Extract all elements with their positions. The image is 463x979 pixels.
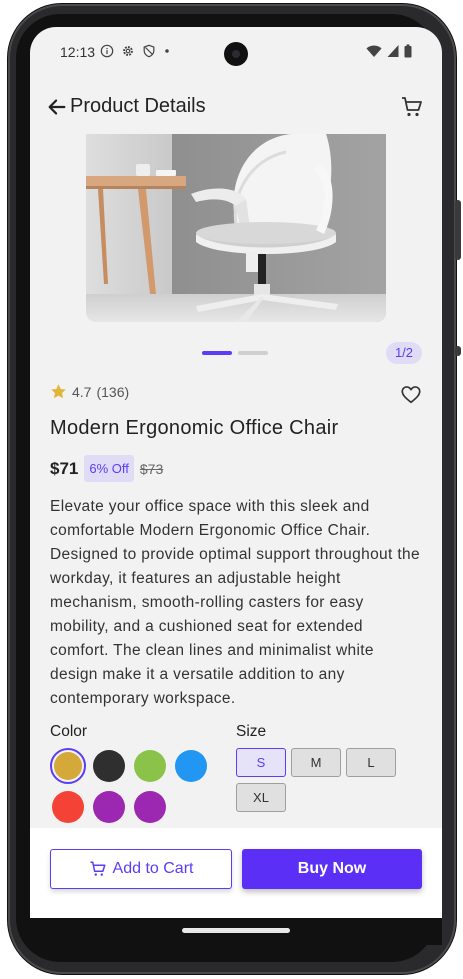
original-price: $73 — [139, 460, 164, 477]
signal-icon — [387, 45, 399, 57]
product-name: Modern Ergonomic Office Chair — [50, 417, 339, 439]
size-button-xl[interactable]: XL — [236, 783, 286, 812]
color-swatch-fill — [175, 750, 207, 782]
battery-icon — [404, 44, 412, 58]
status-icons-left — [100, 44, 171, 58]
app-screen: 12:13 Product Details 1/2 4.7 (136) Mode… — [30, 27, 442, 918]
color-swatch-fill — [134, 750, 166, 782]
color-swatch-fill — [54, 752, 82, 780]
dot-icon — [165, 49, 169, 53]
status-bar: 12:13 — [30, 27, 442, 77]
gear-icon — [123, 46, 133, 56]
gallery-dots — [202, 351, 268, 355]
add-to-cart-button[interactable]: Add to Cart — [50, 849, 232, 889]
power-button — [455, 346, 461, 356]
color-swatch-fill — [93, 791, 125, 823]
bottom-action-bar: Add to Cart Buy Now — [30, 828, 442, 918]
gallery-dot[interactable] — [238, 351, 268, 355]
discount-badge: 6% Off — [84, 455, 134, 482]
chair-photo — [86, 134, 386, 322]
star-icon — [51, 384, 66, 399]
cart-icon — [90, 861, 106, 876]
color-swatch-fill — [52, 791, 84, 823]
size-button-m[interactable]: M — [291, 748, 341, 777]
size-options: S M L XL — [236, 748, 426, 812]
wifi-icon — [366, 45, 382, 57]
current-price: $71 — [50, 458, 79, 478]
color-swatch-4[interactable] — [50, 789, 86, 825]
color-swatch-2[interactable] — [132, 748, 168, 784]
color-label: Color — [50, 723, 88, 740]
volume-button — [455, 200, 461, 260]
color-swatch-1[interactable] — [91, 748, 127, 784]
color-swatch-3[interactable] — [173, 748, 209, 784]
buy-now-button[interactable]: Buy Now — [242, 849, 422, 889]
front-camera — [224, 42, 248, 66]
product-rating: 4.7 (136) — [50, 383, 129, 400]
gallery-dot-active[interactable] — [202, 351, 232, 355]
shield-icon — [143, 44, 155, 58]
status-icons-right — [366, 44, 412, 58]
gallery-page-indicator: 1/2 — [386, 342, 422, 364]
home-indicator[interactable] — [182, 928, 290, 933]
color-swatch-5[interactable] — [91, 789, 127, 825]
price-row: $71 6% Off $73 — [50, 455, 163, 482]
review-count: (136) — [96, 383, 130, 400]
heart-icon[interactable] — [400, 384, 422, 406]
size-button-l[interactable]: L — [346, 748, 396, 777]
status-time: 12:13 — [60, 44, 96, 60]
color-swatches — [50, 748, 236, 825]
product-description: Elevate your office space with this slee… — [50, 498, 420, 707]
rating-value: 4.7 — [72, 383, 92, 400]
color-swatch-fill — [134, 791, 166, 823]
arrow-left-icon[interactable] — [46, 96, 68, 118]
size-label: Size — [236, 723, 267, 740]
size-button-s[interactable]: S — [236, 748, 286, 777]
color-swatch-6[interactable] — [132, 789, 168, 825]
product-image[interactable] — [86, 134, 386, 322]
info-icon — [100, 44, 114, 58]
color-swatch-0[interactable] — [50, 748, 86, 784]
page-title: Product Details — [70, 95, 206, 117]
app-header: Product Details — [30, 87, 442, 127]
color-swatch-fill — [93, 750, 125, 782]
cart-icon[interactable] — [400, 95, 424, 119]
add-to-cart-label: Add to Cart — [112, 860, 194, 877]
buy-now-label: Buy Now — [297, 860, 367, 877]
